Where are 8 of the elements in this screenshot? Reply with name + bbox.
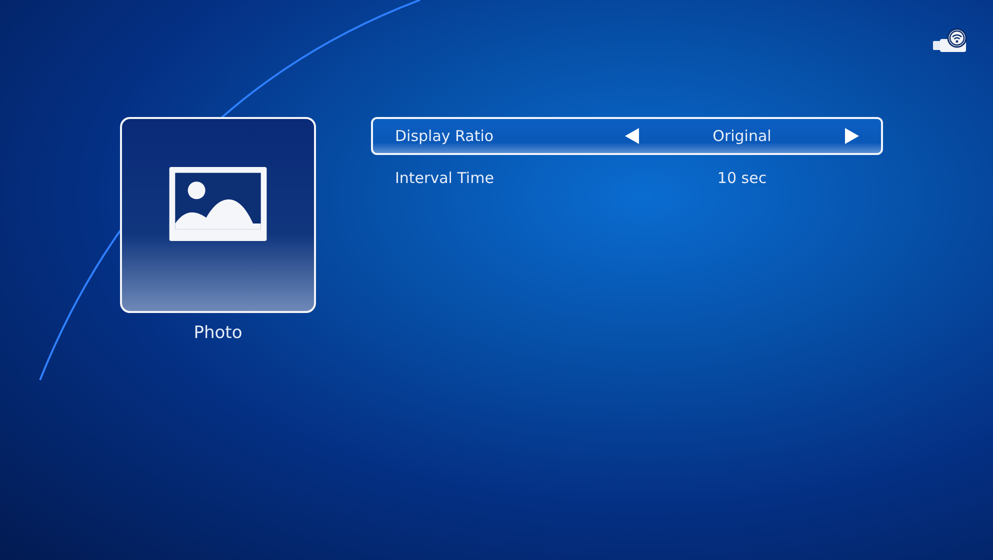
setting-row[interactable]: Display Ratio Original (371, 117, 883, 155)
wireless-adapter-icon (933, 28, 969, 54)
left-arrow-icon[interactable] (625, 128, 639, 144)
picture-icon (169, 167, 267, 241)
photo-tile[interactable] (120, 117, 316, 313)
right-arrow-icon[interactable] (845, 128, 859, 144)
setting-row[interactable]: Interval Time 10 sec (371, 159, 883, 197)
tile-label: Photo (194, 323, 242, 343)
